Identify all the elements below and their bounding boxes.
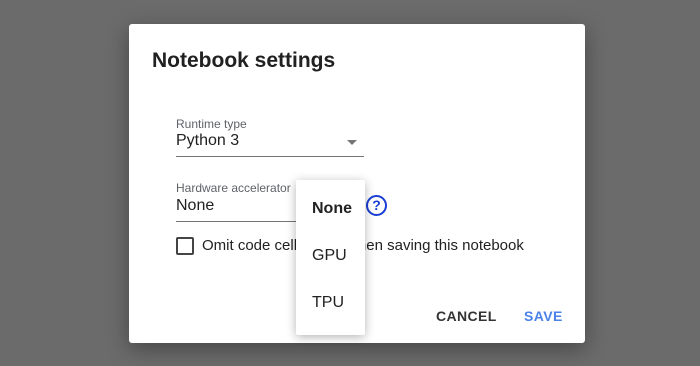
hardware-accelerator-menu: None GPU TPU bbox=[296, 180, 365, 335]
dropdown-arrow-icon bbox=[347, 140, 357, 145]
menu-option-gpu[interactable]: GPU bbox=[296, 241, 365, 271]
omit-output-checkbox[interactable] bbox=[176, 237, 194, 255]
menu-option-tpu[interactable]: TPU bbox=[296, 288, 365, 318]
cancel-button[interactable]: CANCEL bbox=[436, 308, 497, 324]
runtime-type-select[interactable]: Python 3 bbox=[176, 130, 364, 157]
runtime-type-label: Runtime type bbox=[176, 117, 247, 131]
runtime-type-value: Python 3 bbox=[176, 132, 240, 149]
hardware-accelerator-label: Hardware accelerator bbox=[176, 181, 291, 195]
menu-option-none[interactable]: None bbox=[296, 194, 365, 224]
save-button[interactable]: SAVE bbox=[524, 308, 563, 324]
help-circle-icon[interactable]: ? bbox=[366, 195, 387, 216]
dialog-title: Notebook settings bbox=[152, 49, 336, 72]
hardware-accelerator-value: None bbox=[176, 197, 215, 214]
